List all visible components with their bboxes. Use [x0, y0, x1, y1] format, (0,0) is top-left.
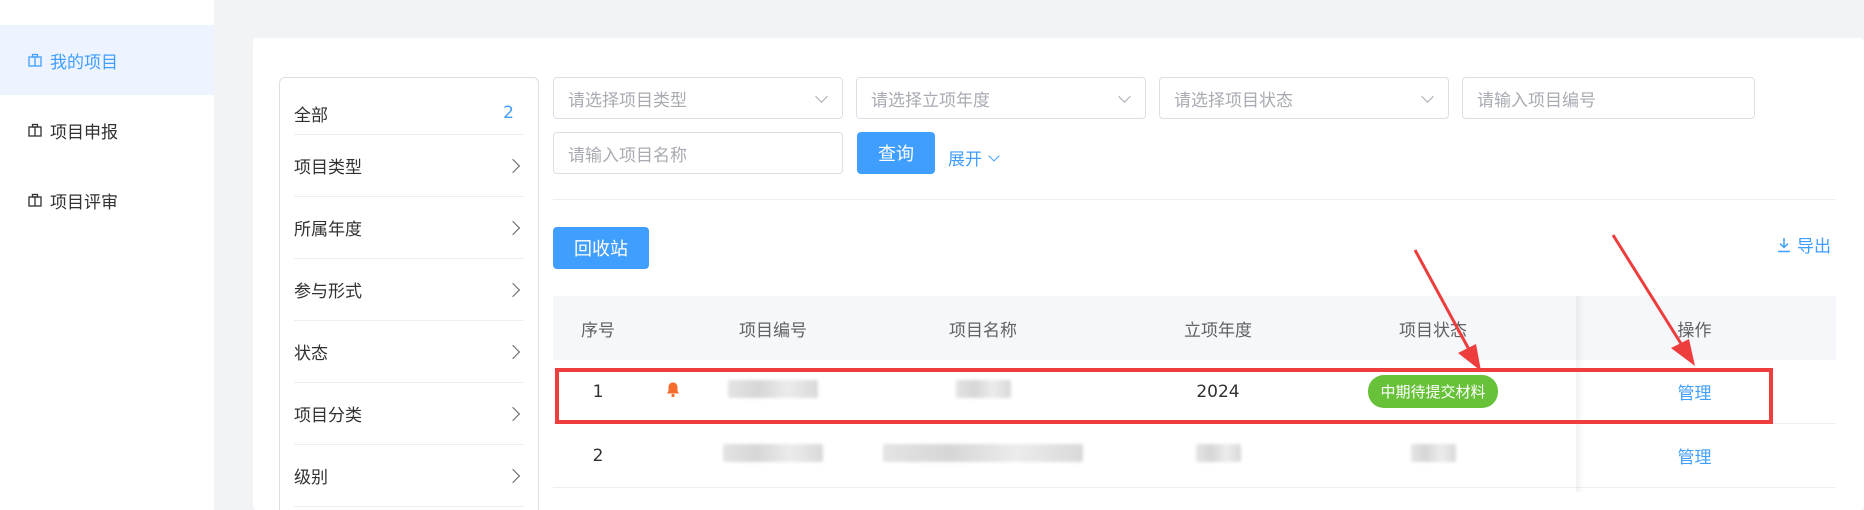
arrow-icon	[1413, 249, 1481, 371]
arrow-icon	[1611, 234, 1695, 366]
annotation-arrows	[1413, 234, 1695, 371]
